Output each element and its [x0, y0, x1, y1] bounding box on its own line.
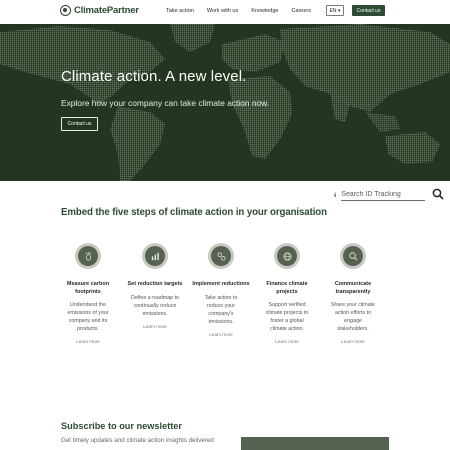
step-communicate: Communicate transparently Share your cli…	[323, 243, 383, 344]
step-title: Implement reductions	[192, 281, 250, 287]
logo-mark-icon	[60, 5, 71, 16]
hero-banner: Climate action. A new level. Explore how…	[0, 24, 450, 181]
language-select[interactable]: EN ▾	[326, 5, 344, 16]
magnifier-icon	[348, 251, 357, 260]
hero-title: Climate action. A new level.	[61, 68, 247, 85]
search-bar: ℹ	[334, 188, 444, 202]
logo-text: ClimatePartner	[74, 5, 139, 16]
contact-button[interactable]: Contact us	[352, 5, 385, 16]
info-icon: ℹ	[334, 192, 337, 199]
step-title: Measure carbon footprints	[66, 281, 110, 295]
step-measure: Measure carbon footprints Understand the…	[58, 243, 118, 344]
step-icon-ring	[75, 243, 101, 269]
target-chart-icon	[151, 252, 159, 260]
hero-contact-button[interactable]: Contact us	[61, 117, 98, 131]
step-finance: Finance climate projects Support verifie…	[257, 243, 317, 344]
search-input[interactable]	[341, 189, 426, 201]
nav-knowledge[interactable]: Knowledge	[251, 8, 278, 14]
top-header: ClimatePartner Take action Work with us …	[0, 0, 450, 24]
learn-more-link[interactable]: Learn more	[257, 339, 317, 344]
step-set-targets: Set reduction targets Define a roadmap t…	[125, 243, 185, 329]
nav-work-with-us[interactable]: Work with us	[207, 8, 238, 14]
learn-more-link[interactable]: Learn more	[125, 324, 185, 329]
learn-more-link[interactable]: Learn more	[191, 332, 251, 337]
hero-subtitle: Explore how your company can take climat…	[61, 98, 270, 108]
learn-more-link[interactable]: Learn more	[58, 339, 118, 344]
main-nav: Take action Work with us Knowledge Caree…	[166, 8, 324, 14]
steps-section-title: Embed the five steps of climate action i…	[61, 207, 327, 218]
newsletter-form-panel	[241, 437, 389, 450]
nav-careers[interactable]: Careers	[291, 8, 311, 14]
search-icon[interactable]	[432, 188, 444, 200]
reduction-icon	[216, 251, 226, 261]
step-title: Finance climate projects	[266, 281, 308, 295]
step-title: Communicate transparently	[334, 281, 372, 295]
step-description: Define a roadmap to continually reduce e…	[131, 294, 179, 317]
step-description: Take action to reduce your company's emi…	[204, 294, 238, 325]
nav-take-action[interactable]: Take action	[166, 8, 194, 14]
globe-icon	[282, 251, 292, 261]
step-title: Set reduction targets	[127, 281, 183, 287]
footprint-icon	[85, 251, 91, 261]
newsletter-subtitle: Get timely updates and climate action in…	[61, 437, 214, 444]
step-description: Share your climate action efforts to eng…	[330, 302, 376, 332]
learn-more-link[interactable]: Learn more	[323, 339, 383, 344]
step-implement: Implement reductions Take action to redu…	[191, 243, 251, 337]
step-description: Understand the emissions of your company…	[67, 302, 109, 332]
newsletter-title: Subscribe to our newsletter	[61, 421, 182, 431]
step-description: Support verified climate projects to fos…	[265, 302, 309, 332]
logo[interactable]: ClimatePartner	[60, 5, 139, 16]
